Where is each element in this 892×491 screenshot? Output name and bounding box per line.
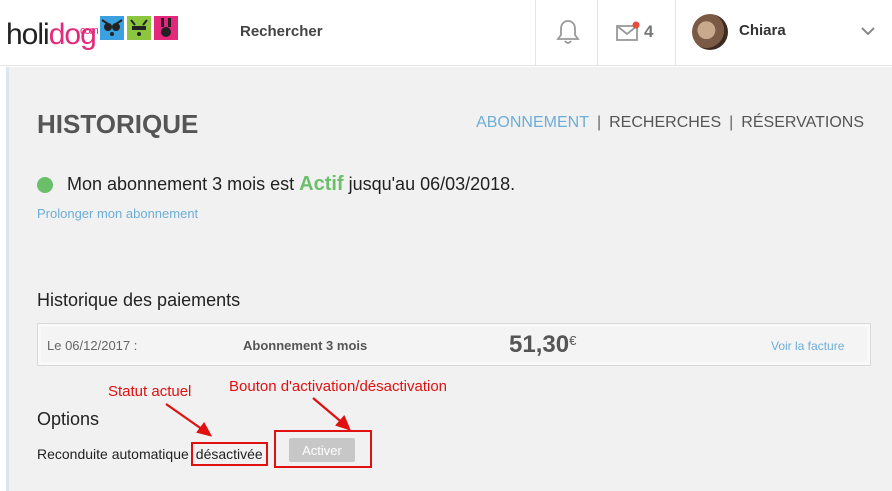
annotation-arrows bbox=[165, 397, 351, 437]
arrow-head bbox=[196, 421, 213, 437]
